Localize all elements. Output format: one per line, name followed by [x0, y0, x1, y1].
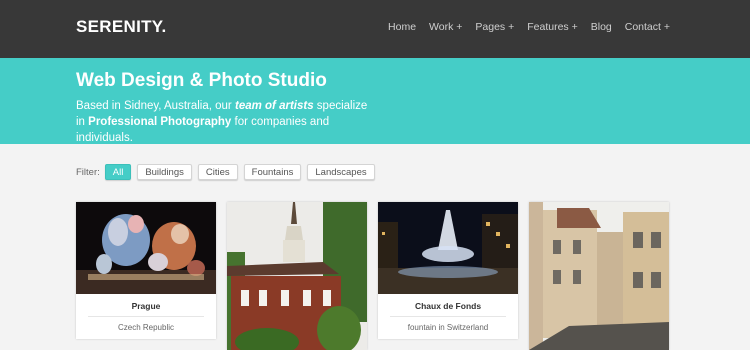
hero-banner: Web Design & Photo Studio Based in Sidne…: [0, 58, 750, 144]
portfolio-filter: Filter: All Buildings Cities Fountains L…: [76, 164, 381, 180]
portfolio-card[interactable]: Chaux de Fonds fountain in Switzerland: [378, 202, 518, 339]
hero-strong: Professional Photography: [88, 116, 232, 128]
nav-work[interactable]: Work +: [429, 21, 462, 33]
site-logo[interactable]: SERENITY.: [76, 17, 167, 37]
hero-description: Based in Sidney, Australia, our team of …: [76, 98, 376, 146]
filter-landscapes-button[interactable]: Landscapes: [307, 164, 375, 180]
card-title[interactable]: Chaux de Fonds: [378, 294, 518, 316]
filter-label: Filter:: [76, 166, 100, 178]
night-fountain-photo[interactable]: [378, 202, 518, 294]
portfolio-card[interactable]: [529, 202, 669, 350]
portfolio-card[interactable]: [227, 202, 367, 350]
filter-fountains-button[interactable]: Fountains: [243, 164, 302, 180]
hero-title: Web Design & Photo Studio: [76, 70, 327, 91]
hero-text-part: Based in Sidney, Australia, our: [76, 100, 232, 112]
nav-pages[interactable]: Pages +: [475, 21, 514, 33]
card-subtitle: Czech Republic: [117, 323, 175, 332]
hero-emphasis: team of artists: [234, 100, 314, 112]
nav-blog[interactable]: Blog: [591, 21, 612, 33]
filter-all-button[interactable]: All: [104, 164, 132, 180]
card-subtitle: fountain in Switzerland: [407, 323, 489, 332]
old-street-photo[interactable]: [529, 202, 669, 350]
brick-building-photo[interactable]: [227, 202, 367, 350]
top-navbar: SERENITY. Home Work + Pages + Features +…: [0, 0, 750, 58]
portfolio-card[interactable]: Prague Czech Republic: [76, 202, 216, 339]
nav-features[interactable]: Features +: [527, 21, 578, 33]
card-title[interactable]: Prague: [76, 294, 216, 316]
filter-cities-button[interactable]: Cities: [197, 164, 238, 180]
nav-home[interactable]: Home: [388, 21, 416, 33]
illuminated-sculptures-photo[interactable]: [76, 202, 216, 294]
nav-contact[interactable]: Contact +: [625, 21, 670, 33]
filter-buildings-button[interactable]: Buildings: [137, 164, 192, 180]
main-nav: Home Work + Pages + Features + Blog Cont…: [388, 21, 670, 33]
